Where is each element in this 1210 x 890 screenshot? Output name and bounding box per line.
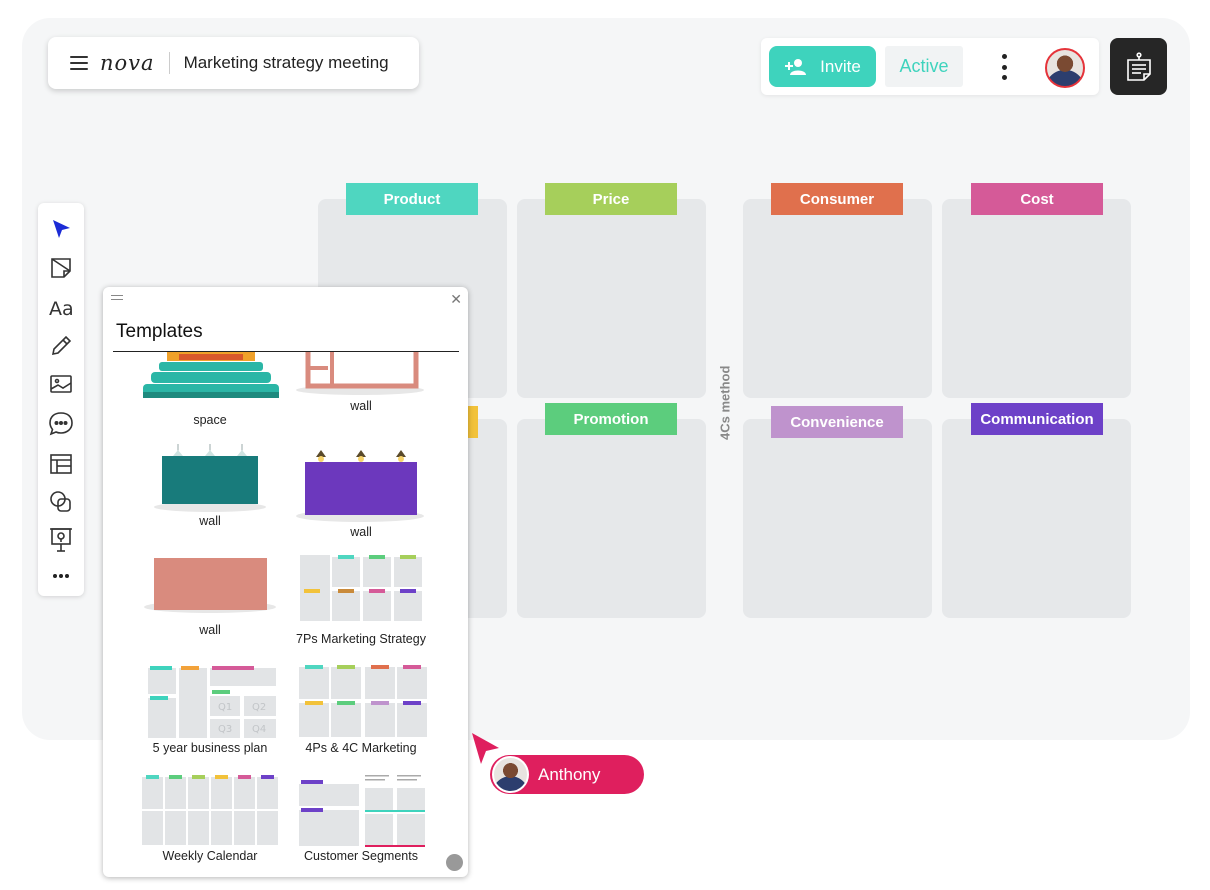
- notes-button[interactable]: [1110, 38, 1167, 95]
- more-icon: [53, 574, 69, 578]
- tool-palette: Aa: [38, 203, 84, 596]
- frame-wall-icon: [296, 352, 424, 395]
- tag-consumer[interactable]: Consumer: [771, 183, 903, 215]
- board-cell-convenience[interactable]: [743, 419, 932, 618]
- template-label: wall: [199, 514, 221, 528]
- template-label: 5 year business plan: [152, 741, 268, 755]
- template-thumb-wall-purple[interactable]: [296, 434, 424, 524]
- app-logo[interactable]: nova: [100, 51, 155, 75]
- add-user-icon: [785, 58, 807, 75]
- more-tools-button[interactable]: [46, 561, 76, 591]
- template-thumb-7ps[interactable]: [298, 553, 424, 623]
- svg-text:Aa: Aa: [49, 298, 74, 319]
- template-thumb-4ps-4cs[interactable]: [297, 663, 427, 737]
- template-label: Customer Segments: [304, 849, 418, 863]
- template-thumb-business-plan[interactable]: Q1 Q2 Q3 Q4: [146, 664, 276, 738]
- template-thumb-wall-salmon[interactable]: [144, 548, 276, 616]
- board-cell-communication[interactable]: [942, 419, 1131, 618]
- quarter-q3: Q3: [218, 724, 232, 735]
- pencil-icon: [51, 335, 72, 356]
- presentation-tool[interactable]: [46, 525, 76, 555]
- comment-icon: [49, 412, 73, 436]
- template-thumb-weekly-calendar[interactable]: [142, 773, 278, 845]
- teal-wall-icon: [154, 444, 266, 512]
- text-icon: Aa: [49, 298, 74, 319]
- board-cell-promotion[interactable]: [517, 419, 706, 618]
- invite-button[interactable]: Invite: [769, 46, 876, 87]
- board-cell-cost[interactable]: [942, 199, 1131, 398]
- hamburger-icon[interactable]: [70, 56, 88, 70]
- template-icon: [50, 454, 72, 474]
- purple-wall-icon: [296, 450, 424, 522]
- sticky-note-tool[interactable]: [46, 253, 76, 283]
- notes-icon: [1126, 51, 1151, 81]
- collaborator-avatar: [492, 756, 529, 793]
- grid-template-icon: [300, 555, 422, 621]
- template-thumb-wall-frame[interactable]: [296, 352, 424, 398]
- session-status: Active: [885, 46, 963, 87]
- sticky-note-icon: [51, 258, 71, 278]
- tag-price[interactable]: Price: [545, 183, 677, 215]
- template-list[interactable]: space wall wall wall wall 7Ps Marketing …: [103, 352, 468, 877]
- calendar-template-icon: [142, 775, 278, 845]
- salmon-wall-icon: [144, 558, 276, 613]
- tag-communication[interactable]: Communication: [971, 403, 1103, 435]
- template-label: wall: [350, 525, 372, 539]
- text-tool[interactable]: Aa: [46, 292, 76, 322]
- quarter-q2: Q2: [252, 702, 266, 713]
- pencil-tool[interactable]: [46, 331, 76, 361]
- board-cell-consumer[interactable]: [743, 199, 932, 398]
- shapes-tool[interactable]: [46, 487, 76, 517]
- comment-tool[interactable]: [46, 409, 76, 439]
- header-divider: [168, 52, 170, 74]
- presentation-icon: [50, 528, 72, 552]
- shapes-icon: [50, 491, 71, 512]
- marketing-grid-icon: [299, 665, 427, 737]
- tag-product[interactable]: Product: [346, 183, 478, 215]
- user-avatar[interactable]: [1045, 48, 1085, 88]
- template-thumb-customer-segments[interactable]: [297, 772, 427, 848]
- template-label: space: [193, 413, 227, 427]
- template-label: 4Ps & 4C Marketing: [305, 741, 417, 755]
- image-icon: [50, 375, 72, 393]
- session-controls: Invite Active: [761, 38, 1099, 95]
- tag-promotion[interactable]: Promotion: [545, 403, 677, 435]
- image-tool[interactable]: [46, 369, 76, 399]
- board-header: nova Marketing strategy meeting: [48, 37, 419, 89]
- template-thumb-wall-teal[interactable]: [151, 432, 269, 512]
- drag-handle-icon[interactable]: [111, 295, 123, 300]
- collaborator-tag: Anthony: [490, 755, 644, 794]
- select-tool[interactable]: [46, 214, 76, 244]
- invite-label: Invite: [820, 56, 861, 76]
- tag-convenience[interactable]: Convenience: [771, 406, 903, 438]
- page: nova Marketing strategy meeting Invite A…: [0, 0, 1210, 890]
- templates-panel: ✕ Templates space wall wall wall wall 7P…: [103, 287, 468, 877]
- template-tool[interactable]: [46, 449, 76, 479]
- kebab-icon[interactable]: [999, 54, 1009, 80]
- quarter-q1: Q1: [218, 702, 232, 713]
- board-title[interactable]: Marketing strategy meeting: [184, 53, 389, 73]
- close-icon[interactable]: ✕: [450, 291, 462, 308]
- template-label: 7Ps Marketing Strategy: [296, 632, 426, 646]
- collaborator-name: Anthony: [538, 764, 601, 784]
- board-cell-price[interactable]: [517, 199, 706, 398]
- tag-cost[interactable]: Cost: [971, 183, 1103, 215]
- scrollbar-thumb[interactable]: [446, 854, 463, 871]
- quarter-q4: Q4: [252, 724, 266, 735]
- segments-template-icon: [299, 775, 425, 847]
- select-arrow-icon: [53, 220, 70, 238]
- section-label: 4Cs method: [717, 365, 733, 441]
- template-label: Weekly Calendar: [162, 849, 258, 863]
- business-plan-icon: Q1 Q2 Q3 Q4: [148, 666, 276, 738]
- template-label: wall: [199, 623, 221, 637]
- auditorium-icon: [143, 352, 279, 398]
- template-label: wall: [350, 399, 372, 413]
- panel-title: Templates: [116, 321, 203, 342]
- template-thumb-space[interactable]: [141, 352, 281, 414]
